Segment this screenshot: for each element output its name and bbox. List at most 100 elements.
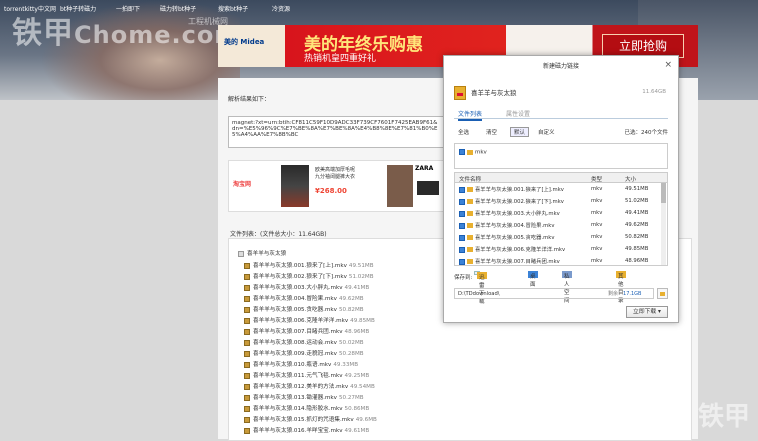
tab-properties[interactable]: 属性设置 bbox=[506, 109, 530, 118]
download-now-button[interactable]: 立即下载 ▾ bbox=[626, 306, 668, 318]
dialog-title: 新建磁力链接 bbox=[542, 63, 579, 70]
row-size: 51.02MB bbox=[625, 198, 649, 204]
free-space-label: 剩余： bbox=[608, 291, 624, 297]
tree-file-name: 喜羊羊与灰太狼.001.狼来了[上].mkv bbox=[253, 263, 347, 269]
tree-root[interactable]: 喜羊羊与灰太狼 bbox=[238, 249, 286, 257]
checkbox-checked-icon[interactable] bbox=[459, 222, 465, 229]
tree-file-size: 49.41MB bbox=[344, 285, 370, 291]
dialog-file-size: 11.64GB bbox=[642, 89, 666, 95]
checkbox-checked-icon[interactable] bbox=[459, 234, 465, 241]
table-row[interactable]: 喜羊羊与灰太狼.003.大小胖丸.mkv mkv 49.41MB bbox=[455, 207, 667, 218]
tree-row[interactable]: 喜羊羊与灰太狼.013.锄灌器.mkv 50.27MB bbox=[244, 393, 364, 401]
tree-row[interactable]: 喜羊羊与灰太狼.006.克隆羊洋洋.mkv 49.85MB bbox=[244, 316, 375, 324]
row-type: mkv bbox=[591, 186, 603, 192]
tree-row[interactable]: 喜羊羊与灰太狼.015.抓灯的咒语集.mkv 49.6MB bbox=[244, 415, 377, 423]
tree-file-size: 48.96MB bbox=[344, 329, 370, 335]
tree-file-size: 49.54MB bbox=[350, 384, 375, 390]
tree-file-name: 喜羊羊与灰太狼.015.抓灯的咒语集.mkv bbox=[253, 417, 354, 423]
tree-row[interactable]: 喜羊羊与灰太狼.001.狼来了[上].mkv 49.51MB bbox=[244, 261, 374, 269]
video-file-icon bbox=[467, 211, 473, 216]
video-file-icon bbox=[467, 247, 473, 252]
checkbox-checked-icon[interactable] bbox=[459, 149, 465, 155]
filter-item-mkv[interactable]: mkv bbox=[459, 149, 487, 156]
checkbox-checked-icon[interactable] bbox=[459, 198, 465, 205]
table-row[interactable]: 喜羊羊与灰太狼.004.冒险果.mkv mkv 49.62MB bbox=[455, 219, 667, 230]
col-size[interactable]: 大小 bbox=[625, 175, 636, 183]
video-file-icon bbox=[244, 361, 250, 368]
tree-row[interactable]: 喜羊羊与灰太狼.014.隐形胶水.mkv 50.86MB bbox=[244, 404, 369, 412]
row-size: 49.41MB bbox=[625, 210, 649, 216]
save-option-thunder[interactable]: 迅雷下载 bbox=[474, 271, 487, 305]
product-ad[interactable]: 淘宝网 欧美高端加厚毛呢 九分袖阔腿裤大衣 ¥268.00 ZARA bbox=[228, 160, 446, 212]
checkbox-checked-icon[interactable] bbox=[459, 210, 465, 217]
clear-button[interactable]: 清空 bbox=[486, 128, 497, 136]
save-option-other-folder[interactable]: 其他目录 bbox=[614, 271, 626, 304]
custom-button[interactable]: 自定义 bbox=[538, 128, 555, 136]
save-options: 迅雷下载 桌面 私人空间 其他目录 bbox=[474, 271, 670, 305]
file-grid: 文件名称 类型 大小 喜羊羊与灰太狼.001.狼来了[上].mkv mkv 49.5… bbox=[454, 172, 668, 266]
tree-row[interactable]: 喜羊羊与灰太狼.011.元气飞毯.mkv 49.25MB bbox=[244, 371, 369, 379]
default-button[interactable]: 默认 bbox=[510, 127, 530, 137]
tab-file-list[interactable]: 文件列表 bbox=[458, 109, 483, 121]
browse-folder-button[interactable] bbox=[657, 288, 668, 299]
tree-row[interactable]: 喜羊羊与灰太狼.009.走貌冠.mkv 50.28MB bbox=[244, 349, 364, 357]
tree-row[interactable]: 喜羊羊与灰太狼.005.贪吃器.mkv 50.82MB bbox=[244, 305, 364, 313]
tree-file-name: 喜羊羊与灰太狼.016.羊咩宝宝.mkv bbox=[253, 428, 343, 434]
file-list-label: 文件列表：(文件总大小：11.64GB) bbox=[230, 231, 327, 238]
tree-row[interactable]: 喜羊羊与灰太狼.004.冒险果.mkv 49.62MB bbox=[244, 294, 364, 302]
video-file-icon bbox=[244, 262, 250, 269]
watermark-logo: 铁甲Chome.com bbox=[12, 8, 240, 52]
table-row[interactable]: 喜羊羊与灰太狼.007.目睹兵团.mkv mkv 48.96MB bbox=[455, 255, 667, 265]
dialog-tabs: 文件列表 属性设置 bbox=[454, 108, 668, 121]
video-file-icon bbox=[244, 427, 250, 434]
scrollbar-thumb[interactable] bbox=[661, 183, 666, 203]
tree-file-size: 49.61MB bbox=[344, 428, 370, 434]
tree-row[interactable]: 喜羊羊与灰太狼.012.美羊的方法.mkv 49.54MB bbox=[244, 382, 375, 390]
close-icon[interactable]: × bbox=[664, 60, 672, 70]
tree-file-size: 49.33MB bbox=[333, 362, 359, 368]
video-file-icon bbox=[244, 405, 250, 412]
grid-header: 文件名称 类型 大小 bbox=[455, 173, 667, 183]
video-file-icon bbox=[244, 383, 250, 390]
tree-row[interactable]: 喜羊羊与灰太狼.002.狼来了[下].mkv 51.02MB bbox=[244, 272, 374, 280]
save-option-desktop[interactable]: 桌面 bbox=[526, 271, 538, 288]
video-file-icon bbox=[467, 199, 473, 204]
checkbox-checked-icon[interactable] bbox=[459, 186, 465, 193]
table-row[interactable]: 喜羊羊与灰太狼.001.狼来了[上].mkv mkv 49.51MB bbox=[455, 183, 667, 194]
tree-file-size: 50.86MB bbox=[344, 406, 370, 412]
tree-row[interactable]: 喜羊羊与灰太狼.008.运动会.mkv 50.02MB bbox=[244, 338, 364, 346]
tree-row[interactable]: 喜羊羊与灰太狼.010.瓶语.mkv 49.33MB bbox=[244, 360, 358, 368]
tree-row[interactable]: 喜羊羊与灰太狼.003.大小胖丸.mkv 49.41MB bbox=[244, 283, 369, 291]
row-size: 49.51MB bbox=[625, 186, 649, 192]
video-file-icon bbox=[244, 350, 250, 357]
nav-item-cold-resources[interactable]: 冷资源 bbox=[272, 4, 290, 13]
ad-brand: ZARA bbox=[415, 165, 434, 172]
tree-row[interactable]: 喜羊羊与灰太狼.007.目睹兵团.mkv 48.96MB bbox=[244, 327, 369, 335]
tree-file-name: 喜羊羊与灰太狼.005.贪吃器.mkv bbox=[253, 307, 337, 313]
table-row[interactable]: 喜羊羊与灰太狼.005.贪吃器.mkv mkv 50.82MB bbox=[455, 231, 667, 242]
video-file-icon bbox=[244, 306, 250, 313]
checkbox-checked-icon[interactable] bbox=[459, 246, 465, 253]
tree-file-name: 喜羊羊与灰太狼.007.目睹兵团.mkv bbox=[253, 329, 343, 335]
ad-dress-image bbox=[281, 165, 309, 207]
video-file-icon bbox=[244, 284, 250, 291]
select-all-button[interactable]: 全选 bbox=[458, 128, 469, 136]
table-row[interactable]: 喜羊羊与灰太狼.006.克隆羊洋洋.mkv mkv 49.85MB bbox=[455, 243, 667, 254]
tree-file-name: 喜羊羊与灰太狼.013.锄灌器.mkv bbox=[253, 395, 337, 401]
checkbox-checked-icon[interactable] bbox=[459, 258, 465, 265]
row-name: 喜羊羊与灰太狼.006.克隆羊洋洋.mkv bbox=[475, 247, 566, 253]
torrent-folder-icon bbox=[454, 86, 466, 100]
tree-file-size: 50.28MB bbox=[338, 351, 364, 357]
table-row[interactable]: 喜羊羊与灰太狼.002.狼来了[下].mkv mkv 51.02MB bbox=[455, 195, 667, 206]
video-file-icon bbox=[244, 273, 250, 280]
col-type[interactable]: 类型 bbox=[591, 175, 602, 183]
tree-file-name: 喜羊羊与灰太狼.006.克隆羊洋洋.mkv bbox=[253, 318, 349, 324]
tree-row[interactable]: 喜羊羊与灰太狼.016.羊咩宝宝.mkv 49.61MB bbox=[244, 426, 369, 434]
magnet-textarea[interactable]: magnet:?xt=urn:btih:CF811C59F10D9ADC33F7… bbox=[228, 116, 444, 148]
save-option-private-space[interactable]: 私人空间 bbox=[560, 271, 572, 304]
ad-price: ¥268.00 bbox=[315, 187, 347, 195]
tree-file-name: 喜羊羊与灰太狼.011.元气飞毯.mkv bbox=[253, 373, 343, 379]
col-name[interactable]: 文件名称 bbox=[459, 175, 481, 183]
tree-file-name: 喜羊羊与灰太狼.014.隐形胶水.mkv bbox=[253, 406, 343, 412]
grid-scrollbar[interactable] bbox=[661, 183, 666, 265]
